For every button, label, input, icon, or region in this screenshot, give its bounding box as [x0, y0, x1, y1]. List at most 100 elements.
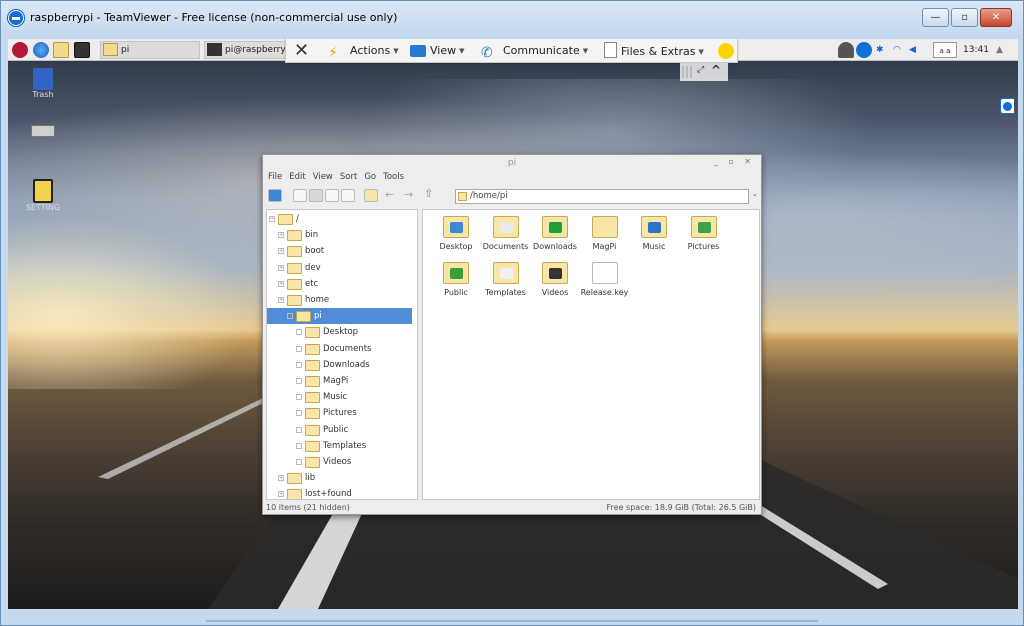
file-manager-icon[interactable] — [53, 42, 69, 58]
expander-icon[interactable]: + — [278, 280, 284, 287]
expander-icon[interactable] — [296, 378, 302, 384]
desktop-icon-trash[interactable]: Trash — [23, 68, 63, 99]
file-grid: Desktop Documents Downloads MagPi Music Pictu… — [422, 209, 760, 500]
file-item[interactable]: Music — [629, 214, 679, 260]
home-icon[interactable] — [364, 189, 378, 202]
tree-item[interactable]: Videos — [267, 454, 412, 470]
keyboard-layout[interactable]: a a — [933, 42, 957, 58]
file-item[interactable]: Public — [431, 260, 481, 306]
file-item[interactable]: Templates — [481, 260, 531, 306]
wifi-icon[interactable]: ◠ — [893, 42, 901, 58]
tree-item[interactable]: Desktop — [267, 324, 412, 340]
desktop-icon-setting[interactable]: SETTING — [23, 179, 63, 212]
expander-icon[interactable]: + — [287, 313, 293, 320]
bluetooth-icon[interactable]: ✱ — [876, 42, 884, 58]
fullscreen-icon[interactable]: ⤢ — [697, 65, 704, 75]
files-extras-menu[interactable]: Files & Extras ▼ — [604, 42, 704, 60]
minimize-button[interactable]: — — [922, 8, 949, 27]
icon-view-icon[interactable] — [293, 189, 307, 202]
close-button[interactable]: ✕ — [980, 8, 1012, 27]
task-label: pi — [121, 45, 130, 55]
tree-item[interactable]: + lost+found — [267, 486, 412, 499]
tree-item[interactable]: Templates — [267, 438, 412, 454]
feedback-smiley-icon[interactable] — [718, 43, 734, 59]
expander-icon[interactable]: + — [278, 232, 284, 239]
fm-window-controls[interactable]: _ ▫ ✕ — [714, 157, 755, 166]
tree-item[interactable]: + etc — [267, 276, 412, 292]
expander-icon[interactable] — [296, 394, 302, 401]
expander-icon[interactable] — [296, 345, 302, 352]
teamviewer-tray-icon[interactable] — [856, 42, 872, 58]
expander-icon[interactable] — [296, 442, 302, 449]
file-item[interactable]: Pictures — [679, 214, 729, 260]
expander-icon[interactable] — [296, 361, 302, 368]
tree-item[interactable]: + dev — [267, 260, 412, 276]
expander-icon[interactable] — [296, 426, 302, 433]
tree-item[interactable]: MagPi — [267, 373, 412, 389]
file-item[interactable]: Downloads — [530, 214, 580, 260]
expander-icon[interactable] — [296, 410, 302, 417]
teamviewer-side-tab[interactable] — [1000, 98, 1014, 114]
eject-icon[interactable]: ▲ — [996, 42, 1003, 58]
task-terminal[interactable]: pi@raspberrypi: — [204, 41, 286, 59]
expander-icon[interactable]: + — [278, 248, 284, 255]
file-item[interactable]: Videos — [530, 260, 580, 306]
chevron-up-icon[interactable]: ^ — [711, 63, 721, 77]
tree-item[interactable]: + bin — [267, 227, 412, 243]
back-icon[interactable]: ← — [385, 188, 394, 201]
icon-emblem — [648, 222, 661, 233]
address-bar[interactable]: /home/pi — [455, 189, 749, 204]
expander-icon[interactable]: + — [269, 216, 275, 222]
tree-item[interactable]: + pi — [267, 308, 412, 325]
expander-icon[interactable] — [296, 329, 302, 336]
file-item[interactable]: Release.key — [580, 260, 630, 306]
menu-sort[interactable]: Sort — [340, 172, 357, 182]
file-item[interactable]: Documents — [481, 214, 531, 260]
menu-go[interactable]: Go — [364, 172, 376, 182]
raspberry-menu-icon[interactable] — [12, 42, 28, 58]
up-icon[interactable]: ⇧ — [424, 187, 433, 200]
chevron-down-icon[interactable]: ⌄ — [752, 190, 758, 198]
tree-item[interactable]: Downloads — [267, 357, 412, 373]
communicate-menu[interactable]: ✆ Communicate ▼ — [481, 42, 588, 61]
close-session-icon[interactable]: ✕ — [294, 42, 309, 60]
menu-tools[interactable]: Tools — [383, 172, 404, 182]
view-menu[interactable]: View ▼ — [410, 42, 465, 60]
menu-file[interactable]: File — [268, 172, 282, 182]
file-item[interactable]: MagPi — [580, 214, 630, 260]
actions-menu[interactable]: ⚡ Actions ▼ — [328, 42, 399, 61]
forward-icon[interactable]: → — [404, 188, 413, 201]
expander-icon[interactable] — [296, 459, 302, 465]
remote-desktop[interactable]: pi pi@raspberrypi: ✱ ◠ ◀ a a 13:41 ▲ ✕ ⚡… — [8, 39, 1018, 609]
tree-item[interactable]: + / — [267, 211, 412, 227]
maximize-button[interactable]: ▫ — [951, 8, 978, 27]
menu-edit[interactable]: Edit — [289, 172, 305, 182]
expander-icon[interactable]: + — [278, 264, 284, 271]
clock[interactable]: 13:41 — [963, 42, 989, 58]
task-file-manager[interactable]: pi — [100, 41, 200, 59]
compact-view-icon[interactable] — [325, 189, 339, 202]
folder-icon — [287, 262, 302, 274]
expander-icon[interactable]: + — [278, 475, 284, 482]
browser-icon[interactable] — [33, 42, 49, 58]
tree-item[interactable]: Music — [267, 389, 412, 405]
templates-icon — [492, 262, 519, 284]
terminal-icon[interactable] — [74, 42, 90, 58]
menu-view[interactable]: View — [313, 172, 333, 182]
tree-item[interactable]: Public — [267, 422, 412, 438]
tree-item[interactable]: + home — [267, 292, 412, 308]
file-item[interactable]: Desktop — [431, 214, 481, 260]
new-window-icon[interactable] — [268, 189, 282, 202]
grid-icon[interactable] — [682, 66, 694, 78]
tree-item[interactable]: Documents — [267, 341, 412, 357]
tree-item[interactable]: + lib — [267, 470, 412, 486]
expander-icon[interactable]: + — [278, 297, 284, 303]
desktop-icon-drive[interactable] — [23, 125, 63, 137]
chevron-down-icon: ▼ — [393, 47, 399, 55]
list-view-icon[interactable] — [341, 189, 355, 202]
thumbnail-view-icon[interactable] — [309, 189, 323, 202]
tree-item[interactable]: + boot — [267, 243, 412, 259]
volume-icon[interactable]: ◀ — [909, 42, 916, 58]
tree-item[interactable]: Pictures — [267, 405, 412, 421]
expander-icon[interactable]: + — [278, 491, 284, 498]
